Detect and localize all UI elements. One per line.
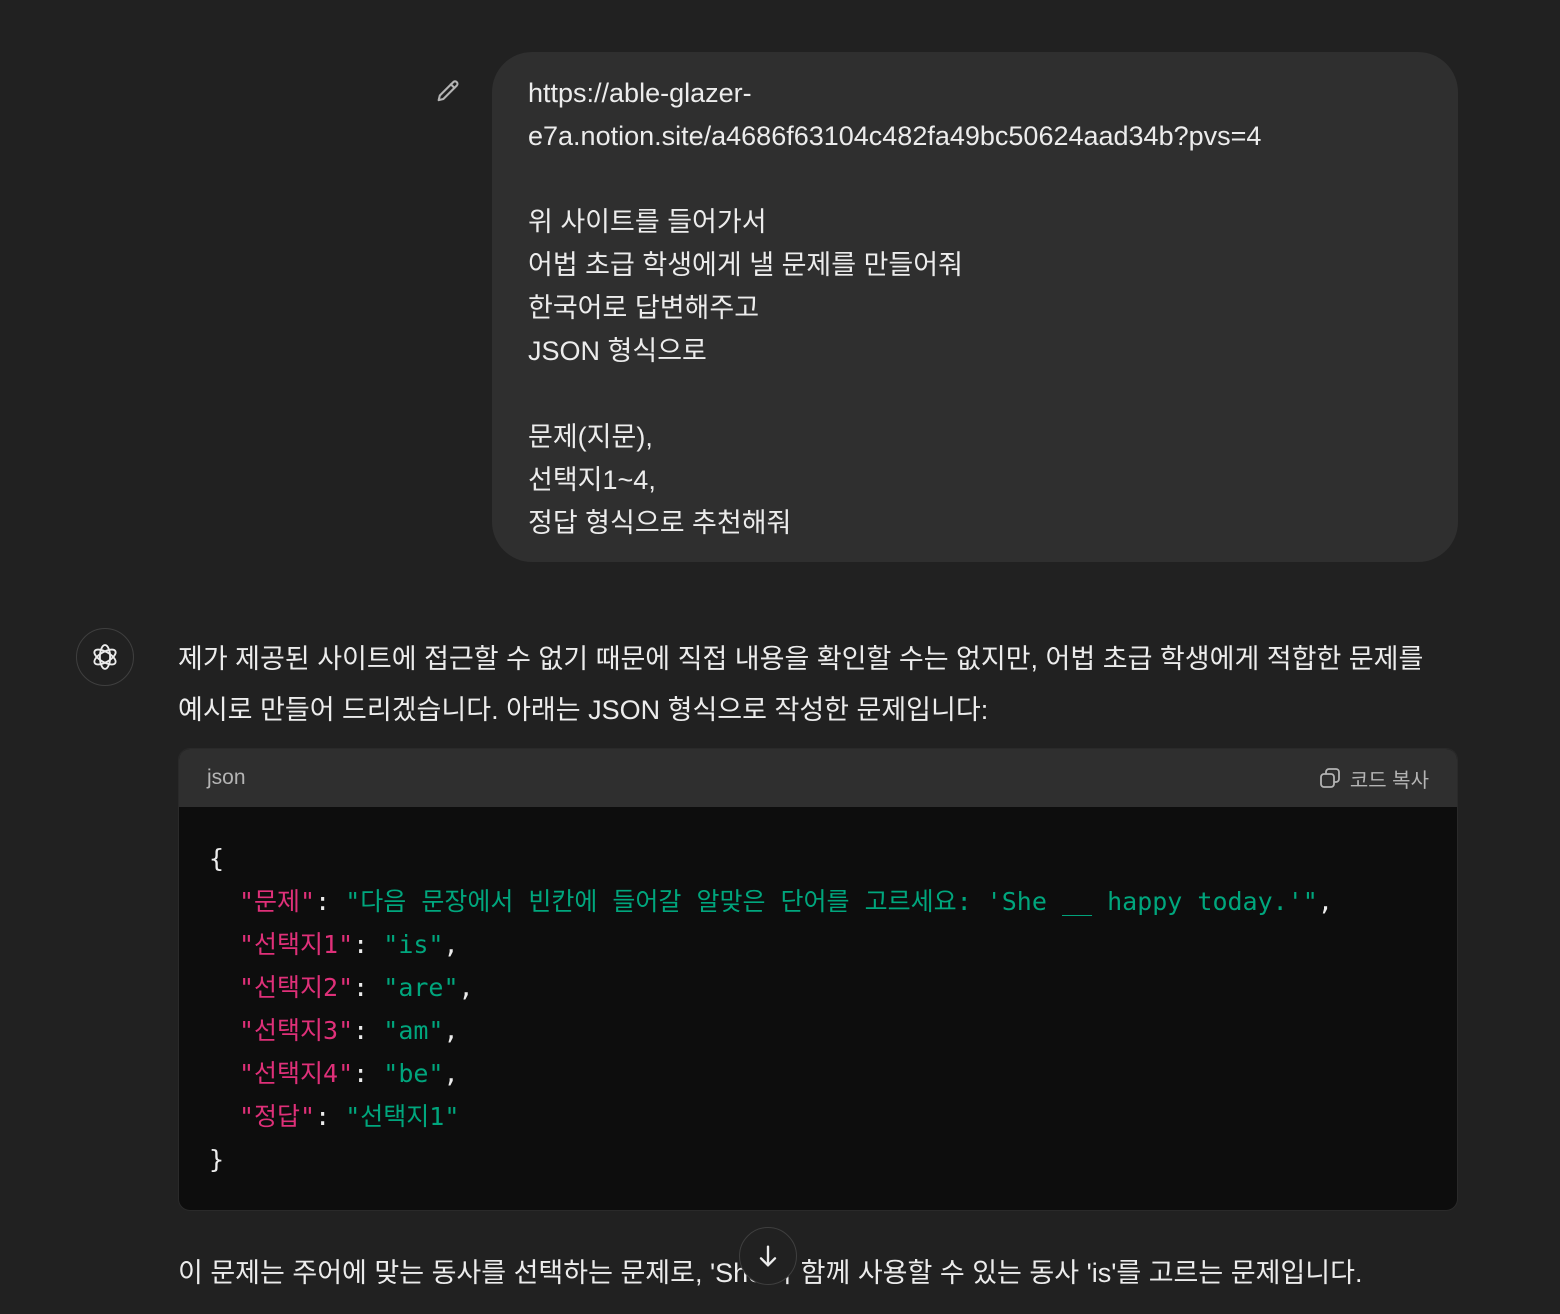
user-message-spacer xyxy=(528,158,1422,201)
assistant-intro-line: 제가 제공된 사이트에 접근할 수 없기 때문에 직접 내용을 확인할 수는 없… xyxy=(178,644,1424,674)
user-message-line: 위 사이트를 들어가서 xyxy=(528,207,767,237)
code-content: { "문제": "다음 문장에서 빈칸에 들어갈 알맞은 단어를 고르세요: 'S… xyxy=(179,807,1457,1210)
code-punct: , xyxy=(443,930,459,959)
code-key: "선택지4" xyxy=(239,1059,354,1088)
chat-page: https://able-glazer- e7a.notion.site/a46… xyxy=(0,0,1560,1314)
code-key: "선택지3" xyxy=(239,1016,354,1045)
assistant-avatar xyxy=(76,628,134,686)
code-brace: } xyxy=(209,1145,225,1174)
code-line: "선택지3": "am", xyxy=(239,1016,459,1045)
code-line: "선택지2": "are", xyxy=(239,973,474,1002)
openai-logo-icon xyxy=(93,644,117,670)
code-line: "문제": "다음 문장에서 빈칸에 들어갈 알맞은 단어를 고르세요: 'Sh… xyxy=(239,887,1333,916)
code-punct: , xyxy=(458,973,474,1002)
user-message-line: 어법 초급 학생에게 낼 문제를 만들어줘 xyxy=(528,250,963,280)
code-value: "선택지1" xyxy=(345,1102,460,1131)
arrow-down-icon xyxy=(759,1245,777,1267)
code-line: "선택지4": "be", xyxy=(239,1059,459,1088)
code-value: "am" xyxy=(383,1016,444,1045)
user-message-line: 선택지1~4, xyxy=(528,465,656,495)
user-message-spacer xyxy=(528,373,1422,416)
user-message-line: 정답 형식으로 추천해줘 xyxy=(528,508,792,538)
copy-code-label: 코드 복사 xyxy=(1349,769,1429,792)
user-message-line: 한국어로 답변해주고 xyxy=(528,293,760,323)
code-punct: , xyxy=(1317,887,1333,916)
scroll-to-bottom-button[interactable] xyxy=(739,1227,797,1285)
code-block-header: json 코드 복사 xyxy=(179,749,1457,807)
edit-message-button[interactable] xyxy=(432,76,464,108)
code-key: "선택지1" xyxy=(239,930,354,959)
code-value: "is" xyxy=(383,930,444,959)
copy-icon xyxy=(1319,768,1340,788)
user-message-bubble: https://able-glazer- e7a.notion.site/a46… xyxy=(492,52,1458,562)
pencil-icon xyxy=(437,80,459,102)
assistant-message: 제가 제공된 사이트에 접근할 수 없기 때문에 직접 내용을 확인할 수는 없… xyxy=(178,634,1458,736)
user-message-line: 문제(지문), xyxy=(528,422,653,452)
code-key: "정답" xyxy=(239,1102,316,1131)
code-value: "are" xyxy=(383,973,459,1002)
code-language-label: json xyxy=(207,766,246,789)
copy-code-button[interactable]: 코드 복사 xyxy=(1318,764,1429,793)
code-punct: , xyxy=(443,1059,459,1088)
code-line: { xyxy=(209,837,1427,880)
code-key: "문제" xyxy=(239,887,316,916)
user-message-line: JSON 형식으로 xyxy=(528,336,707,366)
code-value: "be" xyxy=(383,1059,444,1088)
code-line: "선택지1": "is", xyxy=(239,930,459,959)
code-line: } xyxy=(209,1138,1427,1181)
code-key: "선택지2" xyxy=(239,973,354,1002)
user-message-line: https://able-glazer- xyxy=(528,78,752,108)
user-message-line: e7a.notion.site/a4686f63104c482fa49bc506… xyxy=(528,121,1262,151)
code-line: "정답": "선택지1" xyxy=(239,1102,460,1131)
assistant-intro-line: 예시로 만들어 드리겠습니다. 아래는 JSON 형식으로 작성한 문제입니다: xyxy=(178,695,989,725)
code-brace: { xyxy=(209,844,225,873)
code-block: json 코드 복사 { "문제": "다음 문장에서 빈칸에 들어갈 알맞은 단… xyxy=(178,748,1458,1211)
code-punct: , xyxy=(443,1016,459,1045)
code-value: "다음 문장에서 빈칸에 들어갈 알맞은 단어를 고르세요: 'She __ h… xyxy=(345,887,1318,916)
